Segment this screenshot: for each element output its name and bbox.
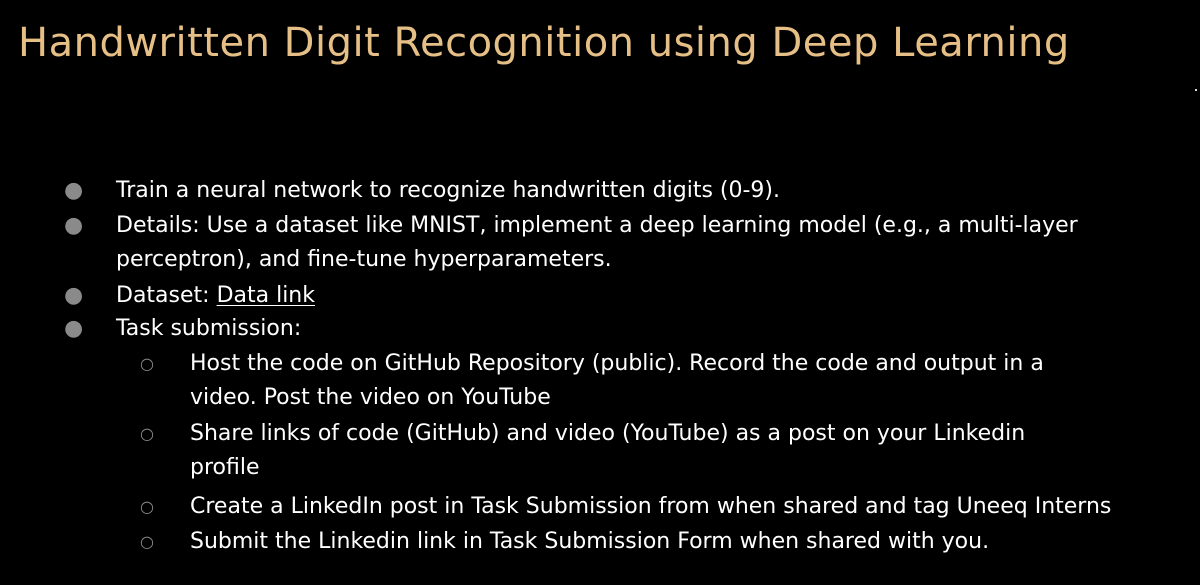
sub-bullet-text: Submit the Linkedin link in Task Submiss… [190, 529, 990, 554]
data-link[interactable]: Data link [217, 283, 315, 308]
sub-bullet-item-submit-link: ○ Submit the Linkedin link in Task Submi… [140, 525, 990, 559]
bullet-text: Dataset: [116, 283, 217, 308]
bullet-text-line-1: Details: Use a dataset like MNIST, imple… [116, 213, 1078, 238]
sub-bullet-text-line-1: Host the code on GitHub Repository (publ… [190, 351, 1044, 376]
filled-circle-bullet-icon: ● [64, 316, 84, 341]
filled-circle-bullet-icon: ● [64, 283, 84, 308]
bullet-text-line-2: perceptron), and fine-tune hyperparamete… [116, 247, 612, 272]
bullet-item-dataset: ● Dataset: Data link [64, 279, 315, 313]
hollow-circle-bullet-icon: ○ [140, 532, 154, 551]
hollow-circle-bullet-icon: ○ [140, 354, 154, 373]
sub-bullet-item-host-code: ○ Host the code on GitHub Repository (pu… [140, 347, 1044, 415]
filled-circle-bullet-icon: ● [64, 178, 84, 203]
slide-title: Handwritten Digit Recognition using Deep… [18, 20, 1070, 66]
slide: Handwritten Digit Recognition using Deep… [0, 0, 1200, 585]
sub-bullet-text-line-2: video. Post the video on YouTube [190, 385, 551, 410]
bullet-text: Train a neural network to recognize hand… [116, 178, 781, 203]
sub-bullet-item-linkedin-post: ○ Create a LinkedIn post in Task Submiss… [140, 490, 1112, 524]
bullet-item-train: ● Train a neural network to recognize ha… [64, 174, 781, 208]
sub-bullet-item-share-links: ○ Share links of code (GitHub) and video… [140, 417, 1026, 485]
hollow-circle-bullet-icon: ○ [140, 497, 154, 516]
stray-dot [1195, 89, 1197, 91]
sub-bullet-text-line-2: profile [190, 455, 260, 480]
hollow-circle-bullet-icon: ○ [140, 424, 154, 443]
filled-circle-bullet-icon: ● [64, 213, 84, 238]
bullet-item-details: ● Details: Use a dataset like MNIST, imp… [64, 209, 1078, 277]
sub-bullet-text-line-1: Share links of code (GitHub) and video (… [190, 421, 1026, 446]
bullet-item-task-submission: ● Task submission: [64, 312, 302, 346]
sub-bullet-text: Create a LinkedIn post in Task Submissio… [190, 494, 1112, 519]
bullet-text: Task submission: [116, 316, 302, 341]
